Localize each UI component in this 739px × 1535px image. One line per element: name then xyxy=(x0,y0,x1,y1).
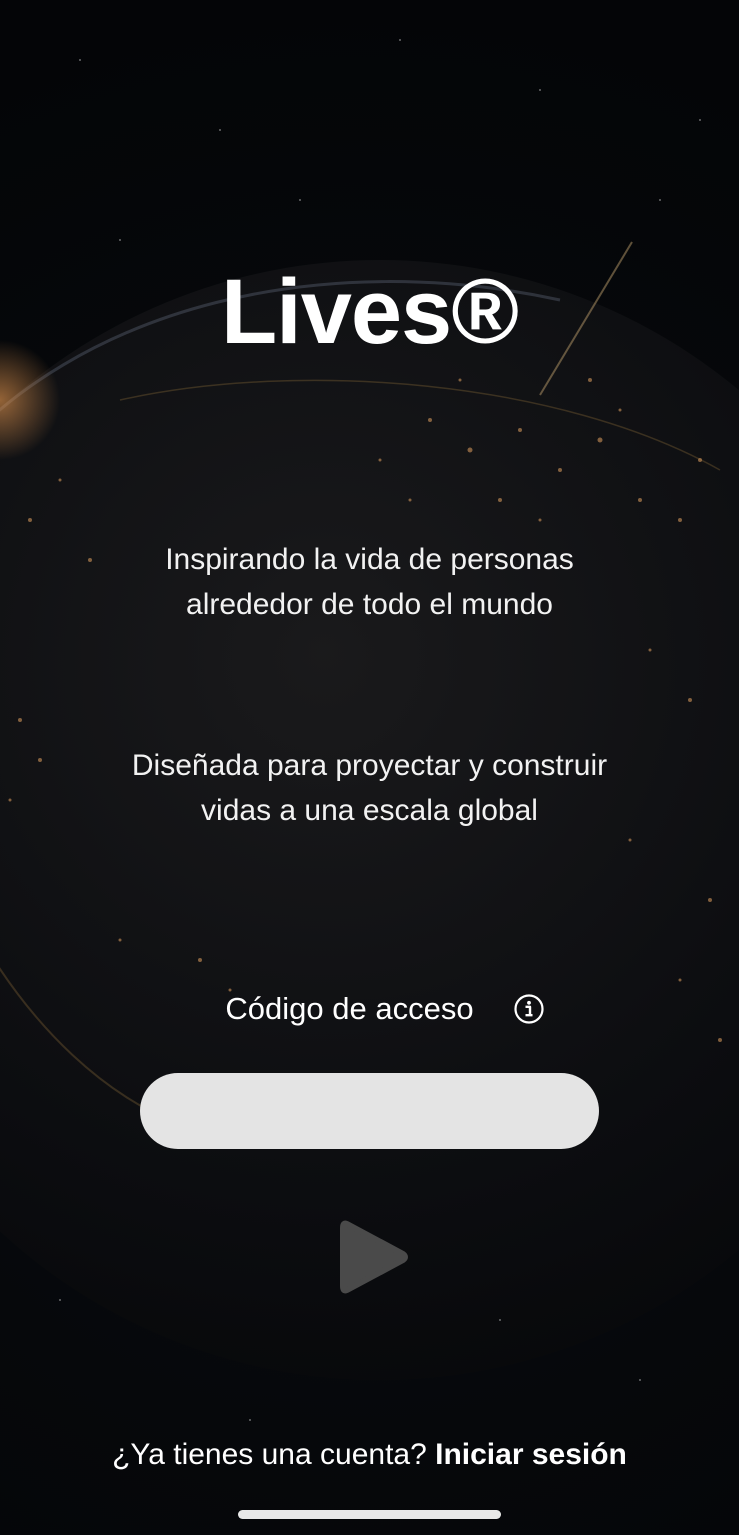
tagline-designed-line1: Diseñada para proyectar y construir xyxy=(131,749,608,782)
app-title: Lives® xyxy=(220,261,519,363)
tagline-designed-line2: vidas a una escala global xyxy=(201,794,538,827)
access-code-input[interactable] xyxy=(140,1073,599,1149)
play-icon[interactable] xyxy=(337,1216,411,1298)
tagline-inspiring: Inspirando la vida de personas alrededor… xyxy=(60,537,679,627)
access-code-label: Código de acceso xyxy=(225,991,474,1026)
tagline-inspiring-line1: Inspirando la vida de personas xyxy=(165,543,574,576)
info-circle-icon[interactable] xyxy=(513,994,544,1024)
access-code-header: Código de acceso xyxy=(0,986,739,1032)
signin-link[interactable]: Iniciar sesión xyxy=(435,1438,627,1471)
tagline-inspiring-line2: alrededor de todo el mundo xyxy=(186,588,553,621)
home-indicator[interactable] xyxy=(238,1510,501,1519)
have-account-text: ¿Ya tienes una cuenta? xyxy=(112,1438,427,1471)
welcome-screen: Lives® Inspirando la vida de personas al… xyxy=(0,0,739,1535)
tagline-designed: Diseñada para proyectar y construir vida… xyxy=(60,743,679,833)
signin-prompt: ¿Ya tienes una cuenta? Iniciar sesión xyxy=(0,1434,739,1476)
